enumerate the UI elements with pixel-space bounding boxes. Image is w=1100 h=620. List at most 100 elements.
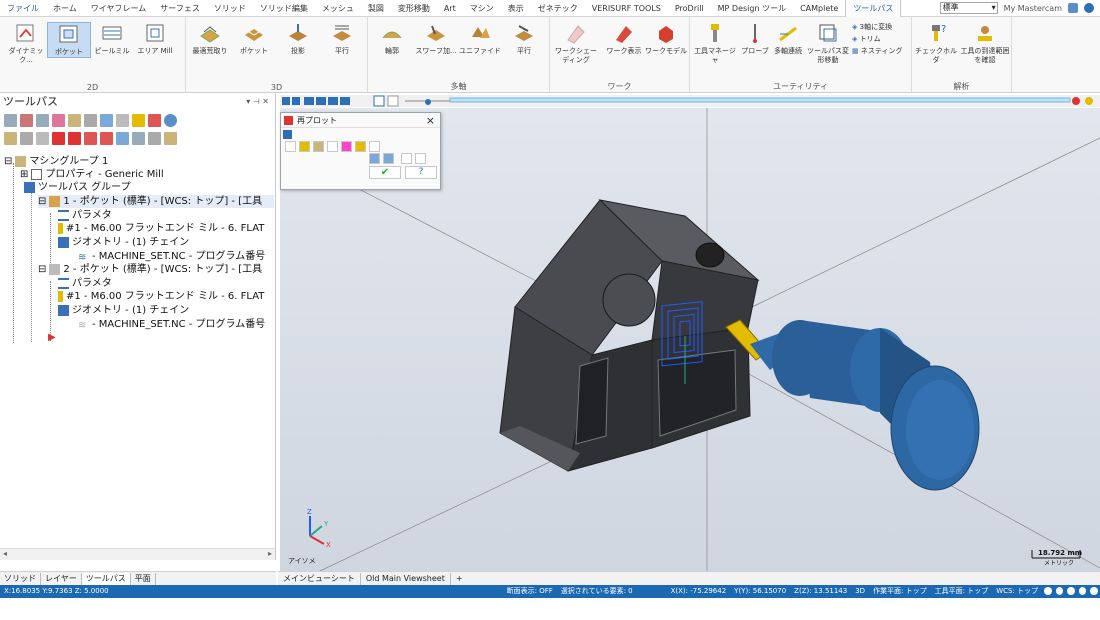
tplane-status[interactable]: 工具平面: トップ bbox=[931, 585, 993, 598]
post-toggle-icon[interactable] bbox=[36, 131, 49, 145]
backplot-controls[interactable] bbox=[280, 95, 1100, 107]
unified-button[interactable]: ユニファイド bbox=[458, 22, 502, 56]
select-dirty-icon[interactable] bbox=[20, 113, 33, 127]
lock-icon[interactable] bbox=[4, 131, 17, 145]
coord-y[interactable]: Y(Y): 56.15070 bbox=[730, 585, 790, 598]
cplane-status[interactable]: 作業平面: トップ bbox=[869, 585, 931, 598]
display-toggle-icon[interactable] bbox=[20, 131, 33, 145]
nesting-item[interactable]: ▦ ネスティング bbox=[852, 46, 902, 56]
coord-x[interactable]: X(X): -75.29642 bbox=[667, 585, 731, 598]
tab-wireframe[interactable]: ワイヤフレーム bbox=[84, 0, 154, 17]
tree-op2-tool[interactable]: #1 - M6.00 フラットエンド ミル - 6. FLAT bbox=[58, 290, 264, 303]
path-option-1[interactable] bbox=[369, 153, 380, 164]
single-op-icon[interactable] bbox=[116, 131, 129, 145]
probe-button[interactable]: プローブ bbox=[738, 22, 772, 56]
tree-op1-nc-file[interactable]: ≋ - MACHINE_SET.NC - プログラム番号 bbox=[78, 250, 265, 263]
view-cube-icon[interactable] bbox=[1044, 587, 1052, 595]
convert-3axis-item[interactable]: ◈ 3軸に変換 bbox=[852, 22, 892, 32]
tree-op2-geometry[interactable]: ジオメトリ - (1) チェイン bbox=[58, 304, 189, 317]
window-icon[interactable] bbox=[1068, 3, 1078, 13]
my-mastercam-link[interactable]: My Mastercam bbox=[1004, 4, 1062, 13]
hidden-icon[interactable] bbox=[1078, 587, 1087, 595]
tab-genetec[interactable]: ゼネテック bbox=[531, 0, 585, 17]
mode-select[interactable]: 標準 bbox=[939, 2, 998, 14]
tab-home[interactable]: ホーム bbox=[46, 0, 84, 17]
tab-solids[interactable]: ソリッド bbox=[207, 0, 253, 17]
dimension-mode[interactable]: 3D bbox=[851, 585, 869, 598]
help-icon[interactable] bbox=[1084, 3, 1094, 13]
tab-levels-manager[interactable]: レイヤー bbox=[41, 572, 82, 585]
tab-camplete[interactable]: CAMplete bbox=[793, 0, 845, 17]
help-button[interactable]: ? bbox=[405, 166, 437, 179]
stock-model-button[interactable]: ワークモデル bbox=[644, 22, 688, 56]
scroll-icon[interactable] bbox=[100, 131, 113, 145]
tab-mp-design[interactable]: MP Design ツール bbox=[711, 0, 793, 17]
scroll-left-icon[interactable]: ◂ bbox=[3, 549, 7, 558]
select-all-icon[interactable] bbox=[4, 113, 17, 127]
tab-transform[interactable]: 変形移動 bbox=[391, 0, 437, 17]
pocket-2d-button[interactable]: ポケット bbox=[47, 22, 91, 58]
regenerate-dirty-icon[interactable] bbox=[52, 113, 65, 127]
render-icon[interactable] bbox=[1090, 587, 1098, 595]
backplot-icon[interactable] bbox=[68, 113, 81, 127]
tool-reach-button[interactable]: 工具の到達範囲を確認 bbox=[960, 22, 1010, 65]
shading-icon[interactable] bbox=[1055, 587, 1064, 595]
display-option-1[interactable] bbox=[285, 141, 296, 152]
project-button[interactable]: 投影 bbox=[276, 22, 320, 56]
tab-verisurf[interactable]: VERISURF TOOLS bbox=[585, 0, 668, 17]
save-geometry-button[interactable] bbox=[415, 153, 426, 164]
path-option-2[interactable] bbox=[383, 153, 394, 164]
dynamic-button[interactable]: ダイナミック... bbox=[4, 22, 48, 65]
tab-machine[interactable]: マシン bbox=[463, 0, 501, 17]
help-panel-icon[interactable] bbox=[164, 113, 177, 127]
display-endpoint-button[interactable] bbox=[355, 141, 366, 152]
tree-machine-group[interactable]: ⊟ マシングループ 1 bbox=[4, 155, 108, 168]
peel-mill-button[interactable]: ピールミル bbox=[90, 22, 134, 56]
tree-op2-nc-file[interactable]: ≋ - MACHINE_SET.NC - プログラム番号 bbox=[78, 318, 265, 331]
tab-file[interactable]: ファイル bbox=[0, 0, 46, 17]
tab-toolpaths-manager[interactable]: ツールパス bbox=[81, 572, 131, 585]
coord-z[interactable]: Z(Z): 13.51143 bbox=[790, 585, 851, 598]
tree-properties[interactable]: ⊞ プロパティ - Generic Mill bbox=[20, 168, 164, 181]
tree-operation-2[interactable]: ⊟ 2 - ポケット (標準) - [WCS: トップ] - [工具 bbox=[38, 263, 262, 276]
tree-insert-arrow[interactable]: ▶ bbox=[48, 331, 56, 344]
stock-display-button[interactable]: ワーク表示 bbox=[602, 22, 646, 56]
tab-view[interactable]: 表示 bbox=[501, 0, 531, 17]
area-mill-button[interactable]: エリア Mill bbox=[133, 22, 177, 56]
stock-shading-button[interactable]: ワークシェーディング bbox=[552, 22, 600, 65]
simulate-icon[interactable] bbox=[100, 113, 113, 127]
toolpath-transform-button[interactable]: ツールパス変形移動 bbox=[806, 22, 850, 65]
parallel-multi-button[interactable]: 平行 bbox=[502, 22, 546, 56]
scroll-right-icon[interactable]: ▸ bbox=[268, 549, 272, 558]
verify-icon[interactable] bbox=[84, 113, 97, 127]
tree-horizontal-scrollbar[interactable]: ◂ ▸ bbox=[0, 548, 275, 560]
tab-toolpaths[interactable]: ツールパス bbox=[845, 0, 902, 17]
tree-toolpath-group[interactable]: ツールパス グループ bbox=[24, 181, 131, 194]
backplot-dialog[interactable]: 再プロット × ✔ ? bbox=[280, 112, 441, 190]
viewsheet-add[interactable]: + bbox=[451, 573, 468, 585]
tree-op1-parameters[interactable]: パラメタ bbox=[58, 209, 112, 222]
parallel-3d-button[interactable]: 平行 bbox=[320, 22, 364, 56]
move-up-icon[interactable] bbox=[68, 131, 81, 145]
display-op-icon[interactable] bbox=[132, 131, 145, 145]
tab-prodrill[interactable]: ProDrill bbox=[668, 0, 711, 17]
tab-mesh[interactable]: メッシュ bbox=[315, 0, 361, 17]
viewsheet-main[interactable]: メインビューシート bbox=[278, 572, 361, 585]
wireframe-icon[interactable] bbox=[1067, 587, 1075, 595]
pocket-3d-button[interactable]: ポケット bbox=[232, 22, 276, 56]
tree-op2-parameters[interactable]: パラメタ bbox=[58, 277, 112, 290]
regenerate-icon[interactable] bbox=[36, 113, 49, 127]
tab-surfaces[interactable]: サーフェス bbox=[153, 0, 207, 17]
display-holder-button[interactable] bbox=[313, 141, 324, 152]
section-view-status[interactable]: 断面表示: OFF bbox=[503, 585, 557, 598]
display-rapid-button[interactable] bbox=[341, 141, 352, 152]
swarf-button[interactable]: スワーフ加... bbox=[414, 22, 458, 56]
part-model[interactable] bbox=[499, 199, 760, 472]
tab-solid-edit[interactable]: ソリッド編集 bbox=[253, 0, 315, 17]
tool-manager-button[interactable]: 工具マネージャ bbox=[692, 22, 738, 65]
tab-solids-manager[interactable]: ソリッド bbox=[0, 572, 41, 585]
display-tool-button[interactable] bbox=[299, 141, 310, 152]
screenshot-button[interactable] bbox=[401, 153, 412, 164]
contour-button[interactable]: 輪郭 bbox=[370, 22, 414, 56]
tab-drafting[interactable]: 製図 bbox=[361, 0, 391, 17]
